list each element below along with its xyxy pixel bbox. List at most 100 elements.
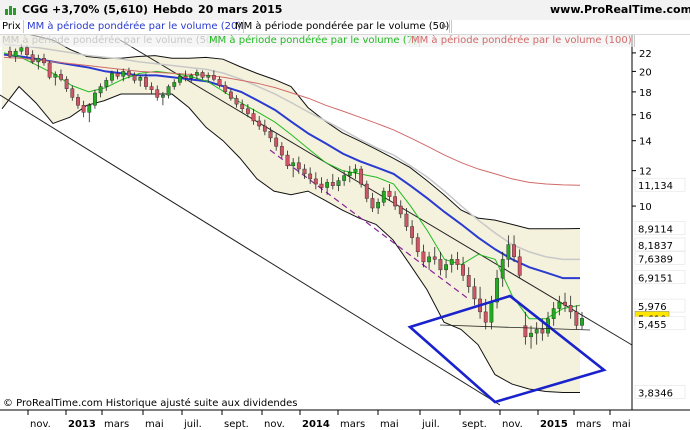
candle-body <box>330 182 335 186</box>
legend-item-ma100[interactable]: MM à période pondérée par le volume (100… <box>409 35 635 47</box>
candle-body <box>206 75 211 78</box>
price-chart[interactable]: 22201816141210nov. 2013 mars mai juil. sept. n… <box>0 0 690 430</box>
candle-body <box>200 72 205 78</box>
candle-body <box>568 305 573 313</box>
candle-body <box>81 105 86 113</box>
candle-body <box>132 75 137 81</box>
x-tick-label: nov. <box>264 419 285 430</box>
legend-item-price[interactable]: Prix <box>0 20 24 33</box>
price-label: 6,9151 <box>638 274 673 285</box>
legend-item-ma7[interactable]: MM à période pondérée par le volume (7) <box>207 35 420 47</box>
site-url[interactable]: www.ProRealTime.com <box>550 3 690 16</box>
x-tick-label: nov. <box>502 419 523 430</box>
candle-body <box>449 259 454 265</box>
y-tick-label: 22 <box>639 49 652 60</box>
candle-body <box>410 226 414 238</box>
candle-body <box>404 213 409 227</box>
candle-body <box>13 50 18 57</box>
candle-body <box>70 88 75 98</box>
y-tick-label: 20 <box>639 67 652 78</box>
x-tick-label: 2014 <box>302 419 330 430</box>
candle-body <box>149 86 154 90</box>
price-label: 5,455 <box>638 320 667 331</box>
candle-body <box>489 301 494 323</box>
candle-body <box>427 256 431 263</box>
candle-body <box>127 71 131 76</box>
candle-body <box>47 62 52 78</box>
x-tick-label: mars <box>576 419 601 430</box>
price-label: 11,134 <box>638 181 673 192</box>
candle-body <box>483 311 488 323</box>
legend-item-ma50-grey[interactable]: MM à période pondérée par le volume (50) <box>0 35 220 47</box>
candle-body <box>279 146 284 156</box>
candle-body <box>319 183 324 188</box>
candle-body <box>211 75 216 80</box>
candle-body <box>376 202 381 209</box>
candle-body <box>534 329 539 334</box>
candle-body <box>393 196 398 207</box>
candle-body <box>104 80 109 87</box>
candle-body <box>415 237 420 253</box>
candle-body <box>359 168 364 185</box>
candle-body <box>217 79 222 86</box>
candle-body <box>336 180 341 186</box>
x-tick-label: 2013 <box>68 419 96 430</box>
candle-body <box>563 301 567 306</box>
candle-body <box>257 120 262 127</box>
candle-body <box>313 178 318 185</box>
candle-body <box>53 74 58 78</box>
candle-body <box>189 75 194 79</box>
candle-body <box>529 332 533 338</box>
candle-body <box>251 113 256 122</box>
candle-body <box>234 98 239 105</box>
candle-body <box>64 79 69 89</box>
x-tick-label: juil. <box>183 419 202 430</box>
candle-body <box>161 94 165 98</box>
candle-body <box>98 86 103 94</box>
candle-body <box>461 264 465 276</box>
candle-body <box>115 73 120 77</box>
candle-body <box>166 86 171 96</box>
candle-body <box>178 76 182 83</box>
candle-body <box>512 244 516 258</box>
candle-body <box>274 137 279 147</box>
candle-body <box>353 168 358 173</box>
candle-body <box>30 54 35 63</box>
candle-body <box>76 97 80 106</box>
candle-body <box>144 77 148 87</box>
period-label: Hebdo <box>153 3 193 16</box>
x-tick-label: mai <box>380 419 399 430</box>
candle-body <box>194 72 199 76</box>
x-tick-label: sept. <box>462 419 487 430</box>
y-tick-label: 10 <box>639 202 652 213</box>
candle-body <box>183 76 188 79</box>
candle-body <box>517 256 522 276</box>
candle-body <box>121 71 126 77</box>
candle-body <box>245 108 250 114</box>
candle-body <box>302 168 307 175</box>
candle-body <box>438 259 443 271</box>
price-change: +3,70% (5,610) <box>52 3 149 16</box>
candle-body <box>223 85 228 93</box>
candle-body <box>285 154 290 167</box>
y-tick-label: 14 <box>639 137 652 148</box>
candle-body <box>93 92 97 106</box>
candle-body <box>36 58 41 63</box>
candle-body <box>172 82 177 87</box>
y-tick-label: 12 <box>639 167 652 178</box>
candle-body <box>296 162 301 170</box>
candle-body <box>472 286 477 300</box>
x-tick-label: mars <box>340 419 365 430</box>
candle-body <box>421 251 426 263</box>
candle-body <box>500 259 505 279</box>
candle-body <box>262 125 267 132</box>
chart-window: 22 20 18 16 14 12 10 nov. 2013 mars mai juil. sept. n… <box>0 0 690 430</box>
candle-body <box>308 173 313 180</box>
legend-item-ma20[interactable]: MM à période pondérée par le volume (20) <box>25 20 245 33</box>
candle-body <box>370 198 375 209</box>
candle-body <box>381 190 386 203</box>
x-tick-label: juil. <box>421 419 440 430</box>
footer-note: © ProRealTime.com Historique ajusté suit… <box>3 398 298 409</box>
legend-item-ma50[interactable]: MM à période pondérée par le volume (50) <box>233 20 453 33</box>
price-label: 7,6389 <box>638 254 673 265</box>
